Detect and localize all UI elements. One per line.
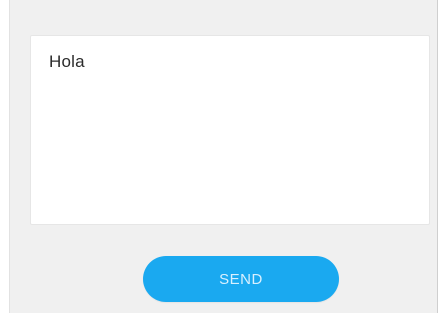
message-text: Hola [49, 52, 85, 71]
message-textarea[interactable]: Hola [30, 35, 430, 225]
send-button[interactable]: SEND [143, 256, 339, 302]
compose-panel: Hola SEND [9, 0, 438, 313]
send-button-label: SEND [219, 270, 263, 288]
